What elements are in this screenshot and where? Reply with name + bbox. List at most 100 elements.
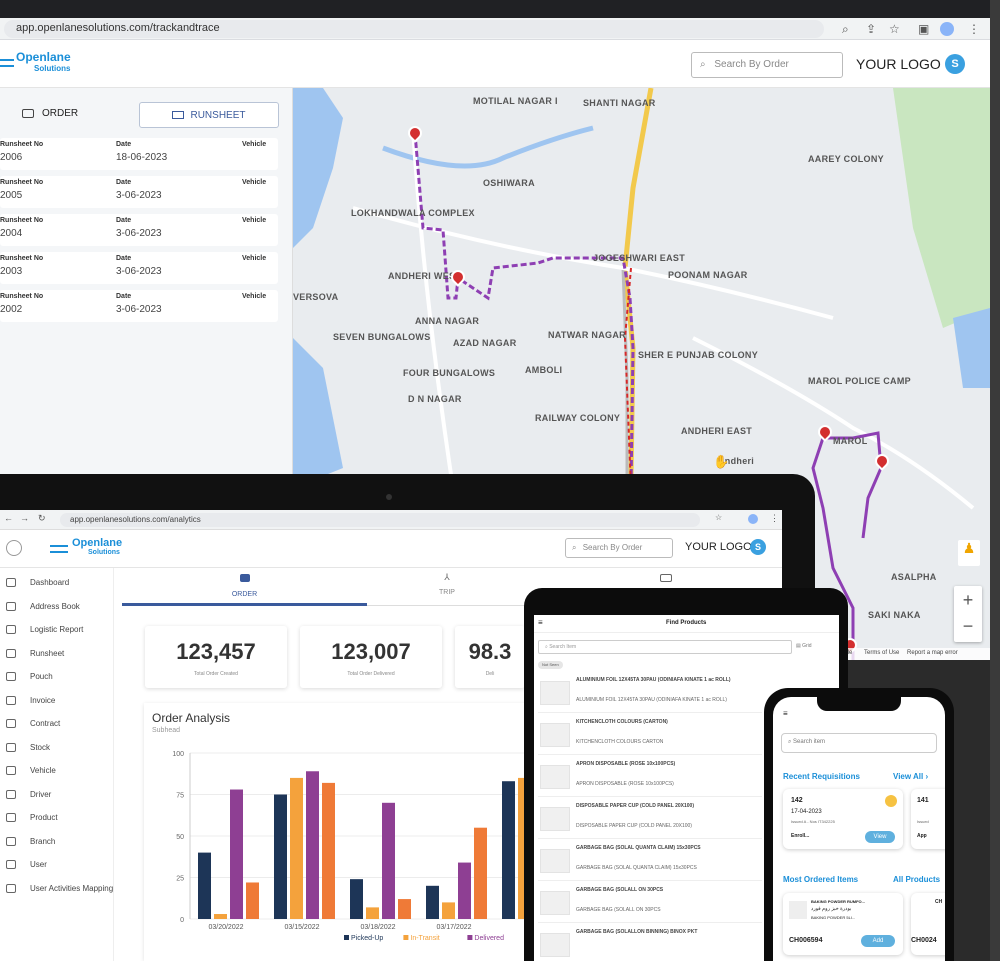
add-button[interactable]: Add: [861, 935, 895, 947]
product-row[interactable]: GARBAGE BAG (SOLALL ON 30PCS GARBAGE BAG …: [538, 883, 762, 923]
grid-toggle[interactable]: ▤ Grid: [796, 643, 812, 649]
avatar[interactable]: S: [945, 54, 965, 74]
legend-label: Picked-Up: [351, 935, 383, 942]
runsheet-no: 2004: [0, 228, 23, 239]
menu-icon[interactable]: ⋮: [968, 22, 980, 36]
runsheet-card[interactable]: Runsheet No 2006 Date 18-06-2023 Vehicle: [0, 138, 278, 170]
camera-icon: [386, 494, 392, 500]
filter-chip[interactable]: Not Seen: [538, 661, 563, 669]
menu-toggle-icon[interactable]: [6, 540, 22, 556]
logo-icon: [0, 58, 14, 67]
map-label: SHANTI NAGAR: [583, 98, 656, 108]
phone-search-input[interactable]: ⌕ Search item: [781, 733, 937, 753]
sidebar-item[interactable]: Branch: [6, 837, 55, 857]
view-all-link[interactable]: View All ›: [893, 772, 928, 781]
stat-caption: Deli: [485, 671, 495, 677]
bar: [502, 781, 515, 919]
search-placeholder: Search By Order: [714, 59, 789, 70]
sidebar-item[interactable]: Dashboard: [6, 578, 69, 598]
address-bar[interactable]: app.openlanesolutions.com/analytics: [60, 513, 700, 527]
runsheet-card[interactable]: Runsheet No 2003 Date 3-06-2023 Vehicle: [0, 252, 278, 284]
share-icon[interactable]: ⇪: [866, 22, 876, 36]
recent-requisitions-title: Recent Requisitions: [783, 772, 860, 781]
bookmark-icon[interactable]: ☆: [889, 22, 900, 36]
pegman-icon[interactable]: ♟: [958, 540, 980, 566]
sidebar-item-label: Invoice: [30, 695, 56, 705]
sidepanel-icon[interactable]: ▣: [918, 22, 929, 36]
bookmark-icon[interactable]: ☆: [715, 513, 722, 522]
requisition-tag: App: [917, 833, 927, 839]
menu-icon[interactable]: ⋮: [770, 513, 779, 524]
product-row[interactable]: APRON DISPOSABLE (ROSE 10x100PCS) APRON D…: [538, 757, 762, 797]
tab-order[interactable]: ORDER: [122, 568, 367, 606]
requisition-card[interactable]: 142 17-04-2023 Issued A - Nos IT342225 E…: [783, 789, 903, 849]
vehicle-label: Vehicle: [242, 217, 267, 224]
report-link[interactable]: Report a map error: [907, 650, 958, 656]
window-top-bar: [0, 0, 990, 18]
runsheet-no: 2003: [0, 266, 23, 277]
terms-link[interactable]: Terms of Use: [864, 650, 899, 656]
reload-icon[interactable]: ↻: [38, 513, 46, 524]
logo-icon: [50, 544, 68, 553]
product-name: APRON DISPOSABLE (ROSE 10x100PCS): [576, 761, 676, 767]
search-input[interactable]: ⌕ Search By Order: [565, 538, 673, 558]
sidebar-item[interactable]: Stock: [6, 743, 50, 763]
sidebar-item[interactable]: Logistic Report: [6, 625, 83, 645]
sidebar-item[interactable]: Invoice: [6, 696, 55, 716]
product-row[interactable]: GARBAGE BAG (SOLAL QUANTA CLAIM) 15x30PC…: [538, 841, 762, 881]
hamburger-icon[interactable]: ≡: [538, 618, 543, 627]
runsheet-card[interactable]: Runsheet No 2002 Date 3-06-2023 Vehicle: [0, 290, 278, 322]
sidebar-item-label: Stock: [30, 742, 51, 752]
sidebar-item-label: Runsheet: [30, 648, 65, 658]
view-button[interactable]: View: [865, 831, 895, 843]
sidebar-item[interactable]: Contract: [6, 719, 60, 739]
tablet-search-input[interactable]: ⌕ Search Item: [538, 640, 792, 654]
all-products-link[interactable]: All Products: [893, 875, 940, 884]
runsheet-card[interactable]: Runsheet No 2004 Date 3-06-2023 Vehicle: [0, 214, 278, 246]
search-input[interactable]: ⌕ Search By Order: [691, 52, 843, 78]
logo: Openlane Solutions: [50, 538, 122, 558]
sidebar-item-label: Contract: [30, 719, 61, 728]
trip-icon: ⅄: [444, 572, 450, 582]
hamburger-icon[interactable]: ≡: [783, 709, 788, 718]
sidebar-item[interactable]: Runsheet: [6, 649, 64, 669]
sidebar-item[interactable]: Vehicle: [6, 766, 56, 786]
product-card[interactable]: BAKING POWDER RUMFO... بودرة خبز روم فور…: [783, 893, 903, 955]
avatar[interactable]: S: [750, 539, 766, 555]
vehicle-tab-icon[interactable]: [660, 574, 672, 582]
profile-icon[interactable]: [748, 514, 758, 524]
sidebar-item[interactable]: Address Book: [6, 602, 80, 622]
zoom-in-icon[interactable]: +: [954, 586, 982, 614]
requisition-card[interactable]: 141 Issued App: [911, 789, 945, 849]
product-card[interactable]: CH CH0024: [911, 893, 945, 955]
sidebar-item-label: Branch: [30, 836, 56, 846]
product-row[interactable]: GARBAGE BAG (SOLALLON BINNING) BINOX PKT: [538, 925, 762, 961]
product-name: GARBAGE BAG (SOLALL ON 30PCS: [576, 887, 664, 893]
profile-icon[interactable]: [940, 22, 954, 36]
tab-trip[interactable]: ⅄ TRIP: [367, 568, 527, 606]
product-row[interactable]: KITCHENCLOTH COLOURS (CARTON) KITCHENCLOT…: [538, 715, 762, 755]
sidebar-item[interactable]: User: [6, 860, 47, 880]
bar: [246, 882, 259, 919]
product-row[interactable]: ALUMINIUM FOIL 12X45TA 30PAU (ODINIAFA K…: [538, 673, 762, 713]
back-icon[interactable]: ←: [4, 513, 13, 523]
tab-runsheet[interactable]: RUNSHEET: [139, 102, 279, 128]
product-thumbnail: [540, 933, 570, 957]
hand-cursor-icon: ✋: [713, 454, 730, 469]
address-bar[interactable]: app.openlanesolutions.com/trackandtrace: [4, 20, 824, 38]
product-name: GARBAGE BAG (SOLAL QUANTA CLAIM) 15x30PC…: [576, 845, 701, 851]
product-thumbnail: [540, 807, 570, 831]
runsheet-card[interactable]: Runsheet No 2005 Date 3-06-2023 Vehicle: [0, 176, 278, 208]
runsheet-panel: ORDER RUNSHEET Runsheet No 2006 Date 18-06-…: [0, 88, 293, 478]
product-row[interactable]: DISPOSABLE PAPER CUP (COLD PANEL 20X100)…: [538, 799, 762, 839]
zoom-icon[interactable]: ⌕: [842, 22, 849, 37]
tab-order[interactable]: ORDER: [22, 108, 78, 119]
zoom-out-icon[interactable]: −: [954, 614, 982, 638]
sidebar-item[interactable]: Product: [6, 813, 58, 833]
y-tick-label: 0: [180, 917, 184, 924]
sidebar-item[interactable]: User Activities Mapping: [6, 884, 113, 904]
sidebar-item[interactable]: Pouch: [6, 672, 53, 692]
sidebar-item[interactable]: Driver: [6, 790, 51, 810]
map-label: JOGESHWARI EAST: [593, 253, 686, 263]
forward-icon[interactable]: →: [20, 513, 29, 523]
